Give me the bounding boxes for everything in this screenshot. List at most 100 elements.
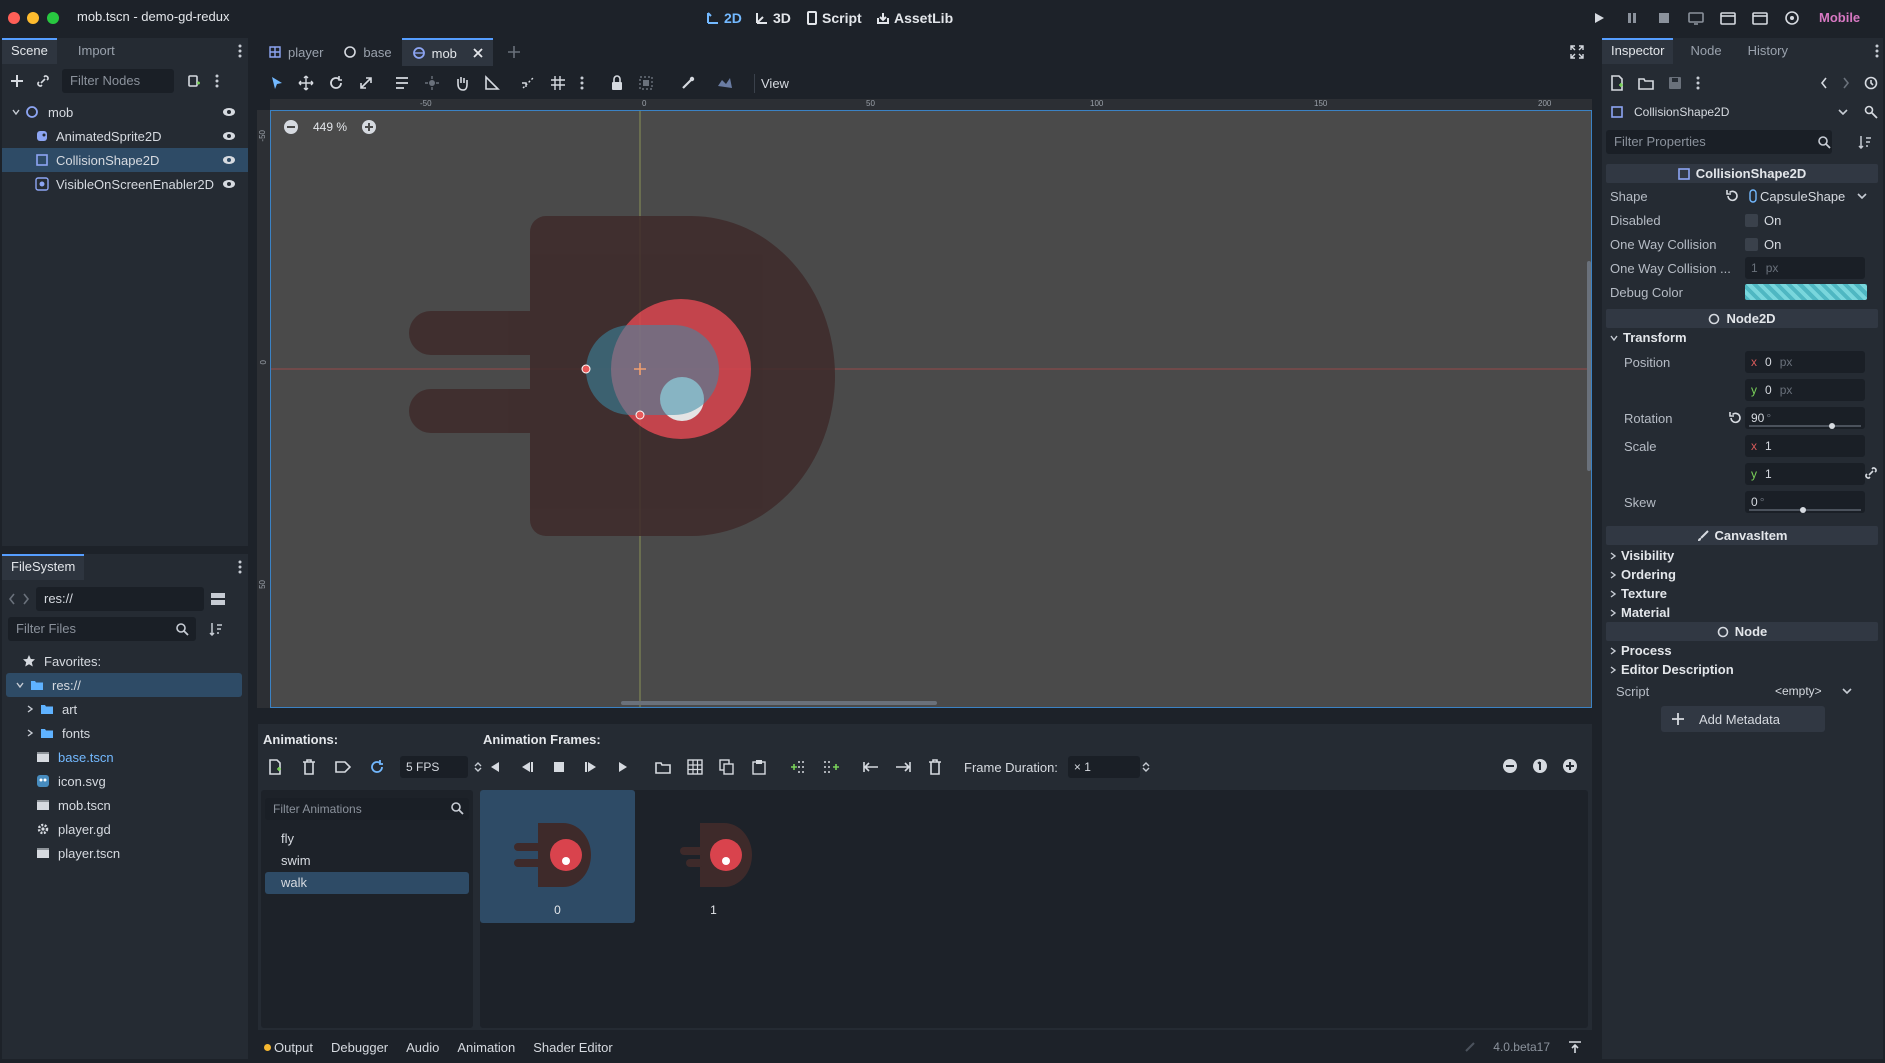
revert-icon[interactable] (1725, 411, 1745, 425)
dock-menu-icon[interactable] (1875, 44, 1879, 58)
play-backwards-icon[interactable] (484, 756, 506, 778)
dock-menu-icon[interactable] (238, 560, 242, 574)
play-from-start-icon[interactable] (580, 756, 602, 778)
visibility-eye-icon[interactable] (222, 107, 236, 117)
zoom-reset-icon[interactable] (1532, 758, 1548, 774)
file-item-player-tscn[interactable]: player.tscn (2, 841, 248, 865)
view-menu[interactable]: View (754, 73, 795, 93)
disabled-checkbox[interactable]: On (1745, 213, 1781, 228)
chevron-down-icon[interactable] (1838, 109, 1848, 115)
tree-node-collisionshape2d[interactable]: CollisionShape2D (2, 148, 248, 172)
copy-icon[interactable] (716, 756, 738, 778)
expand-panel-icon[interactable] (1568, 1040, 1582, 1054)
rotation-slider-input[interactable]: 90 ° (1745, 407, 1865, 429)
sprite-sheet-grid-icon[interactable] (684, 756, 706, 778)
chevron-right-icon[interactable] (24, 705, 36, 713)
position-x-input[interactable]: x 0 px (1745, 351, 1865, 373)
insert-after-icon[interactable] (820, 756, 842, 778)
category-process[interactable]: Process (1610, 641, 1878, 660)
debug-color-picker[interactable] (1745, 284, 1867, 300)
close-icon[interactable] (473, 48, 483, 58)
ruler-icon[interactable] (484, 75, 500, 91)
category-editor-description[interactable]: Editor Description (1610, 660, 1878, 679)
selected-node-bar[interactable]: CollisionShape2D (1610, 100, 1878, 124)
camera-override-icon[interactable] (716, 76, 734, 90)
tab-import[interactable]: Import (69, 38, 124, 64)
zoom-in-icon[interactable] (361, 119, 377, 135)
visibility-eye-icon[interactable] (222, 155, 236, 165)
frame-card-1[interactable]: 1 (636, 790, 791, 923)
workspace-3d-button[interactable]: 3D (755, 8, 791, 28)
tab-inspector[interactable]: Inspector (1602, 38, 1674, 64)
animation-item-fly[interactable]: fly (265, 828, 469, 850)
move-mode-icon[interactable] (298, 75, 314, 91)
tree-node-mob[interactable]: mob (2, 100, 248, 124)
spinner-arrows-icon[interactable] (1142, 761, 1150, 773)
animation-tab[interactable]: Animation (457, 1040, 515, 1055)
tab-scene[interactable]: Scene (2, 38, 57, 64)
audio-tab[interactable]: Audio (406, 1040, 439, 1055)
maximize-window-button[interactable] (47, 12, 59, 24)
file-item-player-gd[interactable]: player.gd (2, 817, 248, 841)
position-y-input[interactable]: y 0 px (1745, 379, 1865, 401)
history-back-icon[interactable] (1820, 77, 1828, 89)
filter-properties-input[interactable]: Filter Properties (1606, 130, 1832, 154)
split-view-icon[interactable] (210, 592, 226, 606)
play-scene-icon[interactable] (1719, 10, 1737, 26)
pause-icon[interactable] (1623, 10, 1641, 26)
chevron-right-icon[interactable] (24, 729, 36, 737)
select-mode-icon[interactable] (270, 76, 284, 90)
snap-options-icon[interactable] (580, 76, 584, 90)
object-history-icon[interactable] (1864, 76, 1878, 90)
smart-snap-icon[interactable] (520, 75, 536, 91)
new-animation-icon[interactable] (264, 756, 286, 778)
link-scale-icon[interactable] (1864, 466, 1878, 480)
renderer-selector[interactable]: Mobile (1819, 10, 1860, 25)
link-icon[interactable] (36, 74, 50, 88)
property-options-icon[interactable] (1858, 135, 1872, 149)
slider-knob[interactable] (1828, 423, 1835, 429)
favorites-row[interactable]: Favorites: (2, 649, 248, 673)
file-item-mob-tscn[interactable]: mob.tscn (2, 793, 248, 817)
stop-icon[interactable] (1655, 10, 1673, 26)
remote-debug-icon[interactable] (1687, 10, 1705, 26)
delete-animation-icon[interactable] (298, 756, 320, 778)
movie-maker-icon[interactable] (1783, 10, 1801, 26)
workspace-assetlib-button[interactable]: AssetLib (876, 8, 953, 28)
filter-animations-input[interactable]: Filter Animations (265, 798, 469, 820)
output-tab[interactable]: Output (264, 1040, 313, 1055)
load-resource-icon[interactable] (1638, 76, 1654, 90)
play-icon[interactable] (612, 756, 634, 778)
list-select-icon[interactable] (394, 75, 410, 91)
tree-node-animatedsprite2d[interactable]: AnimatedSprite2D (2, 124, 248, 148)
chevron-down-icon[interactable] (14, 682, 26, 688)
tab-history[interactable]: History (1739, 38, 1797, 64)
add-tab-icon[interactable] (507, 45, 521, 59)
pan-hand-icon[interactable] (454, 75, 470, 91)
file-item-res[interactable]: res:// (6, 673, 242, 697)
group-icon[interactable] (638, 75, 654, 91)
node-info-icon[interactable] (1864, 105, 1878, 119)
spinner-arrows-icon[interactable] (474, 761, 482, 773)
distraction-free-icon[interactable] (1570, 45, 1584, 59)
frame-card-0[interactable]: 0 (480, 790, 635, 923)
resource-menu-icon[interactable] (1696, 76, 1700, 90)
close-window-button[interactable] (8, 12, 20, 24)
shape-resource-picker[interactable]: CapsuleShape (1749, 189, 1867, 204)
attach-script-icon[interactable] (187, 74, 201, 88)
chevron-down-icon[interactable] (1842, 688, 1852, 694)
animation-item-walk[interactable]: walk (265, 872, 469, 894)
rotate-mode-icon[interactable] (328, 75, 344, 91)
revert-icon[interactable] (1725, 189, 1739, 203)
paste-icon[interactable] (748, 756, 770, 778)
lock-icon[interactable] (610, 75, 624, 91)
minimize-window-button[interactable] (27, 12, 39, 24)
category-visibility[interactable]: Visibility (1610, 546, 1878, 565)
category-transform[interactable]: Transform (1610, 328, 1687, 347)
dock-menu-icon[interactable] (238, 44, 242, 58)
animation-item-swim[interactable]: swim (265, 850, 469, 872)
pivot-icon[interactable] (424, 75, 440, 91)
scene-tab-player[interactable]: player (258, 38, 333, 66)
skeleton-bone-icon[interactable] (680, 75, 696, 91)
stop-icon[interactable] (548, 756, 570, 778)
